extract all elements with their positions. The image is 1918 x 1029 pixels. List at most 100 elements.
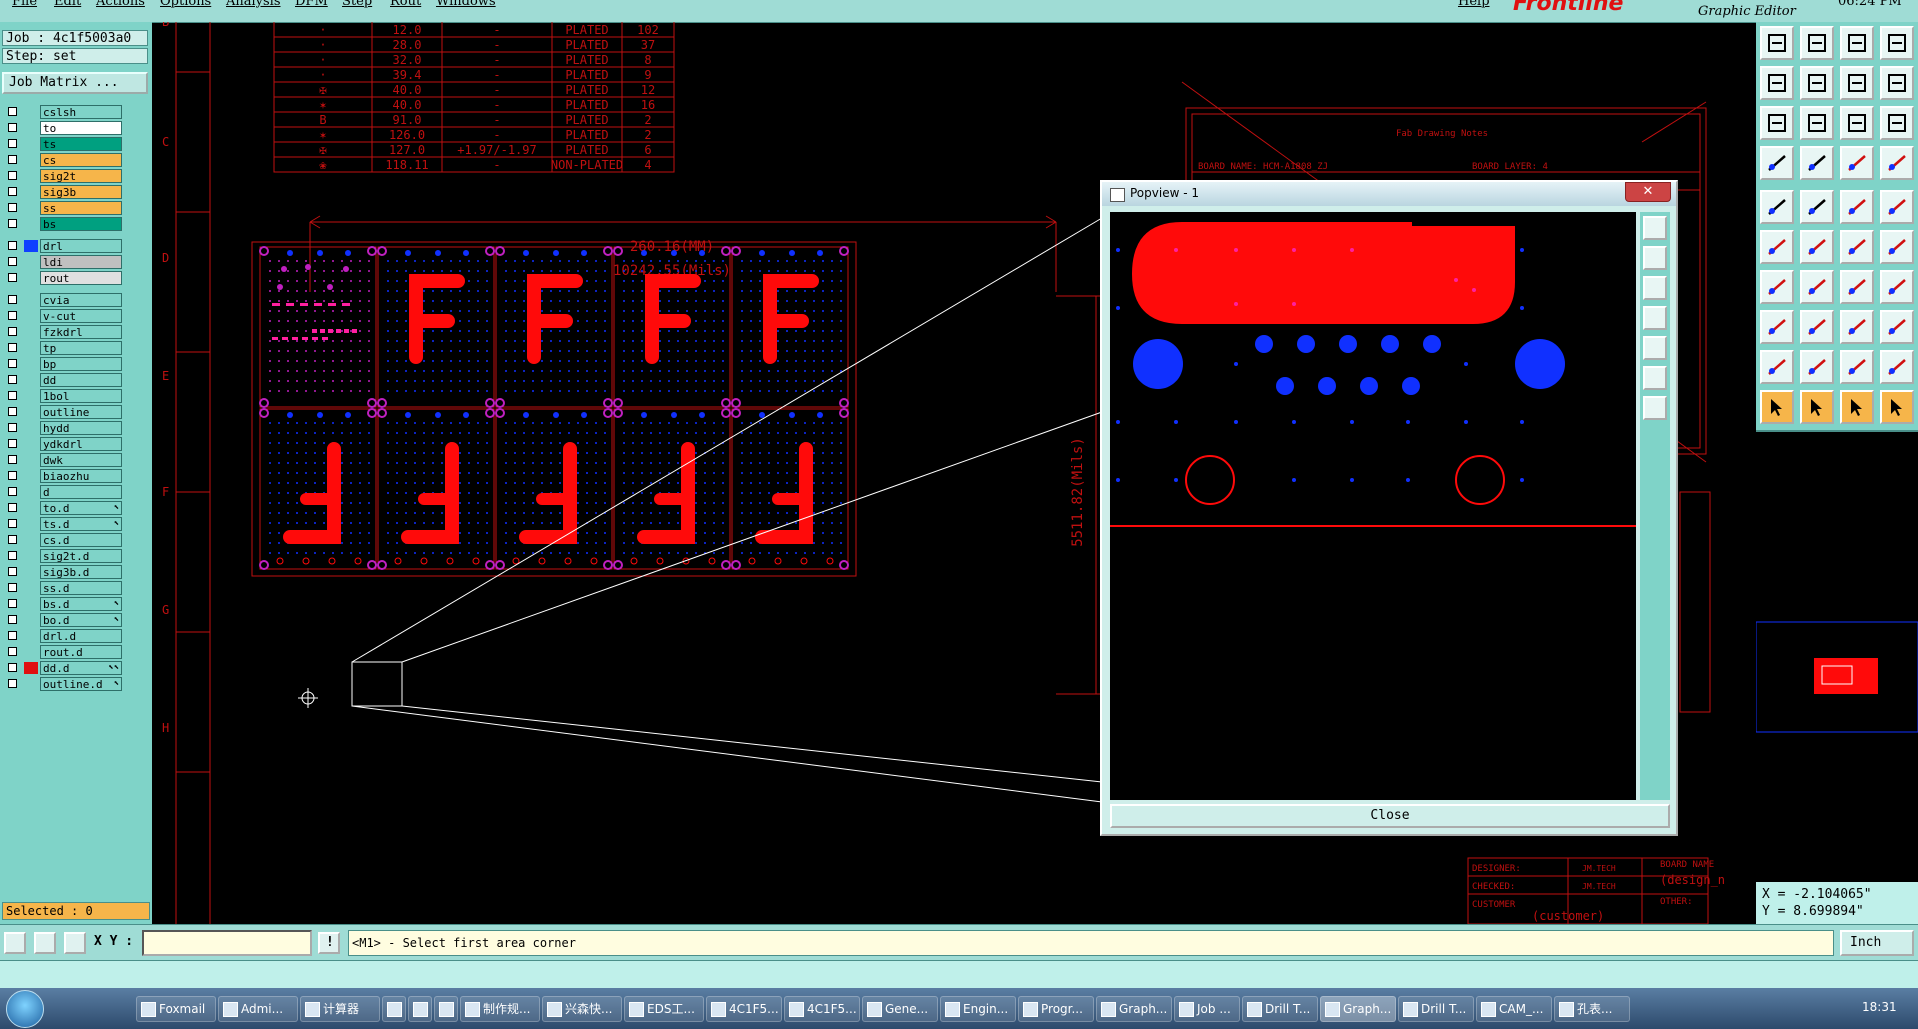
- layer-row[interactable]: 1bol: [2, 388, 122, 404]
- layer-checkbox[interactable]: [8, 343, 17, 352]
- layer-checkbox[interactable]: [8, 519, 17, 528]
- layer-name[interactable]: ss.d: [40, 581, 122, 595]
- layer-checkbox[interactable]: [8, 219, 17, 228]
- layer-name[interactable]: ydkdrl: [40, 437, 122, 451]
- taskbar-item[interactable]: CAM_...: [1476, 996, 1552, 1022]
- zoom-home-tool-button[interactable]: [1840, 66, 1874, 100]
- taskbar-item[interactable]: Gene...: [862, 996, 938, 1022]
- layer-checkbox[interactable]: [8, 107, 17, 116]
- layer-name[interactable]: cvia: [40, 293, 122, 307]
- layer-checkbox[interactable]: [8, 663, 17, 672]
- taskbar-item[interactable]: 孔表...: [1554, 996, 1630, 1022]
- layer-checkbox[interactable]: [8, 375, 17, 384]
- layer-checkbox[interactable]: [8, 631, 17, 640]
- layer-name[interactable]: sig2t: [40, 169, 122, 183]
- layer-row[interactable]: ydkdrl: [2, 436, 122, 452]
- layer-row[interactable]: to: [2, 120, 122, 136]
- layer-row[interactable]: bp: [2, 356, 122, 372]
- snap-button[interactable]: [4, 932, 26, 954]
- grid-button[interactable]: [64, 932, 86, 954]
- layer-name[interactable]: sig3b: [40, 185, 122, 199]
- layer-row[interactable]: bs: [2, 216, 122, 232]
- taskbar-item[interactable]: Engin...: [940, 996, 1016, 1022]
- menu-file[interactable]: File: [12, 0, 37, 9]
- layer-name[interactable]: dwk: [40, 453, 122, 467]
- layer-checkbox[interactable]: [8, 187, 17, 196]
- layer-row[interactable]: rout.d: [2, 644, 122, 660]
- zoom-back-tool-button[interactable]: [1880, 66, 1914, 100]
- layer-name[interactable]: cs: [40, 153, 122, 167]
- line-edit-tool-button[interactable]: [1760, 270, 1794, 304]
- layer-row[interactable]: cs: [2, 152, 122, 168]
- line-tool-button[interactable]: [1840, 190, 1874, 224]
- snap-tool-button[interactable]: [1760, 146, 1794, 180]
- home-tool-button[interactable]: [1840, 26, 1874, 60]
- taskbar-item[interactable]: Drill T...: [1398, 996, 1474, 1022]
- layer-name[interactable]: dd.d ⬉⬉: [40, 661, 122, 675]
- layer-checkbox[interactable]: [8, 241, 17, 250]
- layer-name[interactable]: 1bol: [40, 389, 122, 403]
- layer-row[interactable]: v-cut: [2, 308, 122, 324]
- layer-name[interactable]: d: [40, 485, 122, 499]
- layer-name[interactable]: v-cut: [40, 309, 122, 323]
- taskbar-item[interactable]: Graph...: [1320, 996, 1396, 1022]
- layer-row[interactable]: sig2t: [2, 168, 122, 184]
- taskbar-item[interactable]: Graph...: [1096, 996, 1172, 1022]
- layer-row[interactable]: dd.d ⬉⬉: [2, 660, 122, 676]
- layer-name[interactable]: ts.d ⬉: [40, 517, 122, 531]
- layer-row[interactable]: outline.d ⬉: [2, 676, 122, 692]
- layer-row[interactable]: drl: [2, 238, 122, 254]
- layer-name[interactable]: ldi: [40, 255, 122, 269]
- measure-button[interactable]: [34, 932, 56, 954]
- popview-pan-button[interactable]: [1643, 366, 1667, 390]
- layer-row[interactable]: ts: [2, 136, 122, 152]
- layer-name[interactable]: sig3b.d: [40, 565, 122, 579]
- taskbar-item[interactable]: Job ...: [1174, 996, 1240, 1022]
- layer-row[interactable]: ss: [2, 200, 122, 216]
- pointer-3-tool-button[interactable]: [1840, 390, 1874, 424]
- taskbar-item[interactable]: 兴森快...: [542, 996, 622, 1022]
- layer-row[interactable]: bs.d ⬉: [2, 596, 122, 612]
- layer-name[interactable]: dd: [40, 373, 122, 387]
- menu-dfm[interactable]: DFM: [295, 0, 328, 9]
- layer-row[interactable]: bo.d ⬉: [2, 612, 122, 628]
- slash-tool-button[interactable]: [1800, 270, 1834, 304]
- shape-alt-tool-button[interactable]: [1880, 350, 1914, 384]
- layer-compare-tool-button[interactable]: [1880, 146, 1914, 180]
- menu-analysis[interactable]: Analysis: [226, 0, 281, 9]
- layer-checkbox[interactable]: [8, 155, 17, 164]
- popview-close-button[interactable]: Close: [1110, 804, 1670, 828]
- layer-checkbox[interactable]: [8, 503, 17, 512]
- layer-checkbox[interactable]: [8, 391, 17, 400]
- taskbar-item[interactable]: Foxmail: [136, 996, 216, 1022]
- select-line-tool-button[interactable]: [1800, 310, 1834, 344]
- menu-actions[interactable]: Actions: [96, 0, 145, 9]
- layer-name[interactable]: cslsh: [40, 105, 122, 119]
- layer-name[interactable]: fzkdrl: [40, 325, 122, 339]
- popview-zoom-window-button[interactable]: [1643, 336, 1667, 360]
- layer-name[interactable]: bs.d ⬉: [40, 597, 122, 611]
- layer-checkbox[interactable]: [8, 471, 17, 480]
- layer-left-tool-button[interactable]: [1760, 66, 1794, 100]
- layer-checkbox[interactable]: [8, 455, 17, 464]
- layer-checkbox[interactable]: [8, 551, 17, 560]
- shape-tool-button[interactable]: [1840, 350, 1874, 384]
- curve-tool-button[interactable]: [1840, 270, 1874, 304]
- layer-name[interactable]: bo.d ⬉: [40, 613, 122, 627]
- xy-input[interactable]: [142, 930, 312, 956]
- overview-minimap[interactable]: [1756, 430, 1918, 884]
- layer-checkbox[interactable]: [8, 311, 17, 320]
- layer-row[interactable]: ts.d ⬉: [2, 516, 122, 532]
- layer-checkbox[interactable]: [8, 567, 17, 576]
- menu-rout[interactable]: Rout: [390, 0, 421, 9]
- taskbar-item[interactable]: EDS工...: [624, 996, 704, 1022]
- triangle-tool-button[interactable]: [1800, 350, 1834, 384]
- group-tool-button[interactable]: [1880, 310, 1914, 344]
- menu-help[interactable]: Help: [1458, 0, 1490, 9]
- open-job-tool-button[interactable]: [1760, 26, 1794, 60]
- layer-checkbox[interactable]: [8, 647, 17, 656]
- delete-tool-button[interactable]: [1800, 230, 1834, 264]
- layer-name[interactable]: sig2t.d: [40, 549, 122, 563]
- layer-row[interactable]: dd: [2, 372, 122, 388]
- layer-checkbox[interactable]: [8, 535, 17, 544]
